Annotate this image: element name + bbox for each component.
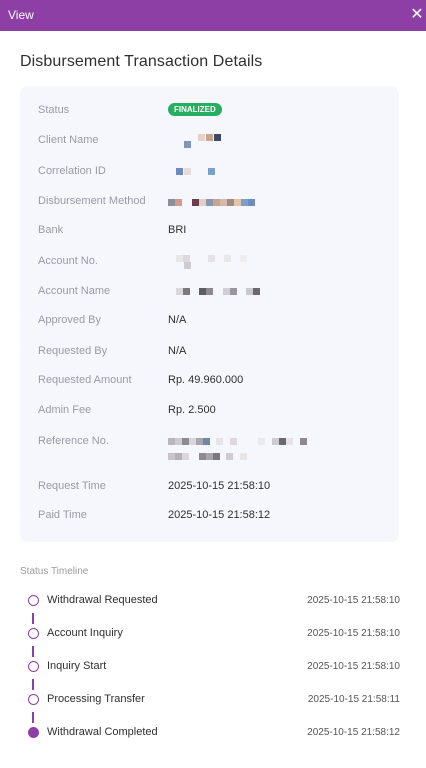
timeline-item-time: 2025-10-15 21:58:10 bbox=[307, 661, 400, 672]
client-name-value-redacted bbox=[168, 134, 228, 148]
bank-value: BRI bbox=[168, 224, 187, 236]
timeline-connector bbox=[32, 679, 34, 690]
disbursement-method-value-redacted bbox=[168, 195, 268, 209]
request-time-label: Request Time bbox=[38, 480, 106, 492]
bank-label: Bank bbox=[38, 224, 64, 236]
request-time-value: 2025-10-15 21:58:10 bbox=[168, 480, 271, 492]
paid-time-value: 2025-10-15 21:58:12 bbox=[168, 509, 271, 521]
paid-time-label: Paid Time bbox=[38, 509, 87, 521]
timeline-item-label: Withdrawal Completed bbox=[47, 726, 158, 738]
timeline-dot-icon bbox=[28, 694, 39, 705]
correlation-id-label: Correlation ID bbox=[38, 165, 106, 177]
requested-amount-label: Requested Amount bbox=[38, 374, 132, 386]
account-no-label: Account No. bbox=[38, 255, 98, 267]
timeline-connector bbox=[32, 613, 34, 624]
timeline-item: Withdrawal Completed 2025-10-15 21:58:12 bbox=[20, 724, 400, 742]
close-icon[interactable]: ✕ bbox=[410, 5, 424, 25]
requested-amount-value: Rp. 49.960.000 bbox=[168, 374, 244, 386]
timeline-item-label: Withdrawal Requested bbox=[47, 594, 158, 606]
timeline-item-time: 2025-10-15 21:58:11 bbox=[307, 694, 400, 705]
modal-header: View ✕ bbox=[0, 0, 426, 31]
timeline-item: Account Inquiry 2025-10-15 21:58:10 bbox=[20, 625, 400, 643]
timeline-item: Withdrawal Requested 2025-10-15 21:58:10 bbox=[20, 592, 400, 610]
timeline-item: Processing Transfer 2025-10-15 21:58:11 bbox=[20, 691, 400, 709]
timeline-connector bbox=[32, 712, 34, 723]
account-no-value-redacted bbox=[168, 255, 258, 269]
requested-by-label: Requested By bbox=[38, 345, 108, 357]
status-value: FINALIZED bbox=[168, 103, 222, 116]
status-timeline-label: Status Timeline bbox=[20, 566, 89, 577]
client-name-label: Client Name bbox=[38, 134, 99, 146]
approved-by-label: Approved By bbox=[38, 314, 101, 326]
admin-fee-value: Rp. 2.500 bbox=[168, 404, 216, 416]
details-card: Status FINALIZED Client Name Correlation… bbox=[20, 86, 399, 542]
correlation-id-value-redacted bbox=[168, 165, 228, 179]
timeline-item-label: Inquiry Start bbox=[47, 660, 107, 672]
account-name-label: Account Name bbox=[38, 285, 111, 297]
status-label: Status bbox=[38, 104, 70, 116]
modal-title: View bbox=[8, 8, 34, 22]
timeline-item-label: Account Inquiry bbox=[47, 627, 123, 639]
timeline-item: Inquiry Start 2025-10-15 21:58:10 bbox=[20, 658, 400, 676]
timeline-item-time: 2025-10-15 21:58:12 bbox=[307, 727, 400, 738]
timeline-dot-icon bbox=[28, 628, 39, 639]
requested-by-value: N/A bbox=[168, 345, 187, 357]
timeline-item-label: Processing Transfer bbox=[47, 693, 145, 705]
timeline-dot-filled-icon bbox=[28, 727, 39, 738]
status-badge: FINALIZED bbox=[168, 103, 222, 116]
timeline-item-time: 2025-10-15 21:58:10 bbox=[307, 595, 400, 606]
timeline-item-time: 2025-10-15 21:58:10 bbox=[307, 628, 400, 639]
reference-no-value-redacted bbox=[168, 435, 328, 465]
reference-no-label: Reference No. bbox=[38, 435, 109, 447]
approved-by-value: N/A bbox=[168, 314, 187, 326]
page-title: Disbursement Transaction Details bbox=[20, 53, 263, 70]
disbursement-method-label: Disbursement Method bbox=[38, 195, 146, 207]
account-name-value-redacted bbox=[168, 285, 268, 299]
timeline-dot-icon bbox=[28, 595, 39, 606]
admin-fee-label: Admin Fee bbox=[38, 404, 92, 416]
timeline-dot-icon bbox=[28, 661, 39, 672]
timeline-connector bbox=[32, 646, 34, 657]
